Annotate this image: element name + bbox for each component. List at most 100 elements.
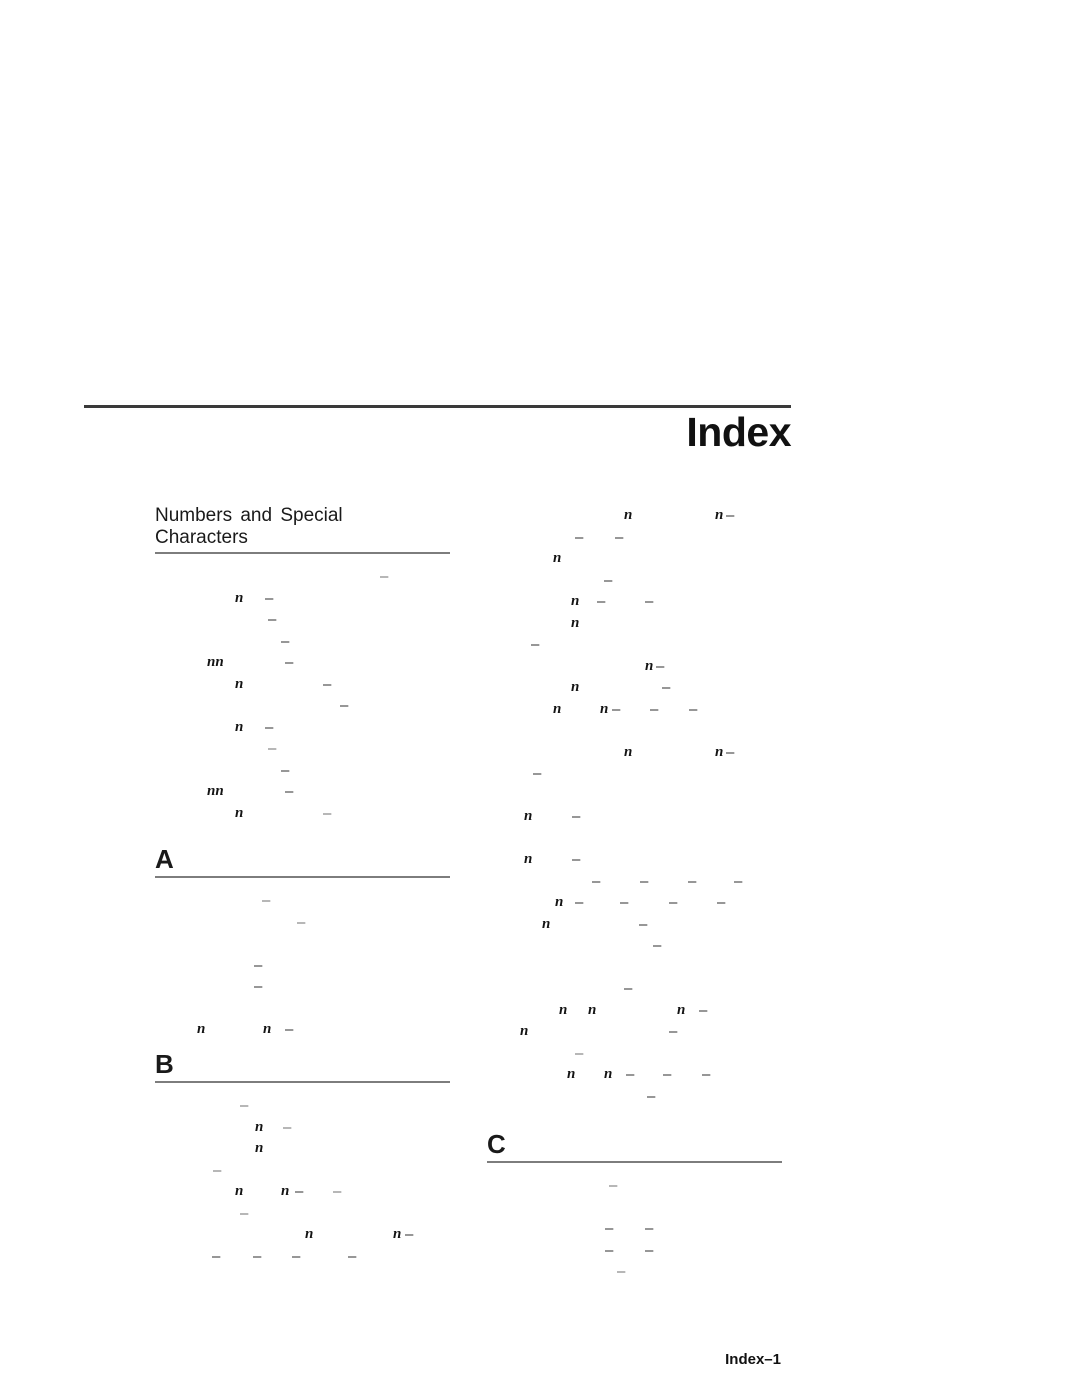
index-entry[interactable]: – xyxy=(487,1261,782,1283)
index-entry[interactable]: – – xyxy=(487,1218,782,1240)
index-entry[interactable]: nn– xyxy=(487,742,782,764)
entry-page-dash: – xyxy=(268,740,277,757)
index-entry[interactable]: n – xyxy=(155,717,450,739)
index-entry[interactable]: n n – – – xyxy=(487,699,782,721)
index-entry[interactable]: n – xyxy=(487,1021,782,1043)
entry-note-marker: n xyxy=(571,679,580,695)
entry-page-dash: – xyxy=(615,528,624,546)
entry-page-dash: – xyxy=(656,657,665,675)
index-entry[interactable]: – xyxy=(487,1175,782,1197)
index-entry[interactable] xyxy=(155,933,450,955)
entry-note-marker: n xyxy=(588,1001,597,1018)
entry-page-dash: – xyxy=(669,1023,678,1040)
index-entry[interactable]: nn– xyxy=(155,1019,450,1041)
index-entry[interactable]: n xyxy=(487,548,782,570)
entry-note-marker: n xyxy=(555,894,564,910)
index-entry[interactable]: – – – – xyxy=(155,1246,450,1268)
entry-page-dash: – xyxy=(212,1247,221,1265)
entry-page-dash: – xyxy=(213,1161,222,1179)
index-entry[interactable]: – xyxy=(487,570,782,592)
index-entry[interactable]: – xyxy=(155,695,450,717)
entry-note-marker: n xyxy=(305,1226,314,1242)
index-entry[interactable]: n – xyxy=(487,656,782,678)
index-entry[interactable]: – xyxy=(487,978,782,1000)
entry-note-marker: n xyxy=(263,1021,272,1037)
index-entry[interactable]: – xyxy=(155,738,450,760)
index-entry[interactable]: – xyxy=(155,890,450,912)
entry-note-marker: n xyxy=(235,675,244,692)
index-entry[interactable]: nn– xyxy=(155,1224,450,1246)
index-entry[interactable]: – xyxy=(155,976,450,998)
index-entry[interactable]: – xyxy=(155,760,450,782)
entry-page-dash: – xyxy=(262,892,271,909)
entry-note-marker: n xyxy=(559,1001,568,1018)
index-entry[interactable]: – xyxy=(155,566,450,588)
entry-note-marker: n xyxy=(281,1183,290,1199)
entry-note-marker: n xyxy=(542,915,551,932)
index-entry[interactable]: nn– xyxy=(487,505,782,527)
entry-page-dash: – xyxy=(617,1263,626,1280)
index-section-rule-numbers-and-special-characters xyxy=(155,552,450,554)
index-entry[interactable]: n – xyxy=(155,588,450,610)
index-entry[interactable]: – xyxy=(155,1095,450,1117)
entry-page-dash: – xyxy=(645,1220,654,1237)
entry-page-dash: – xyxy=(645,593,654,610)
index-entry[interactable]: n – xyxy=(155,803,450,825)
index-entry[interactable]: n n – – xyxy=(155,1181,450,1203)
index-entry[interactable]: n – xyxy=(487,677,782,699)
entry-page-dash: – xyxy=(650,700,659,718)
index-entry[interactable]: – xyxy=(155,609,450,631)
entry-note-marker: n xyxy=(715,743,724,760)
index-entry[interactable]: – – xyxy=(487,527,782,549)
index-entry[interactable]: n – xyxy=(487,806,782,828)
index-entry-list: – – – – n n – xyxy=(155,890,450,1041)
index-entry[interactable]: n – – – – xyxy=(487,892,782,914)
index-entry[interactable]: – xyxy=(487,1086,782,1108)
entry-page-dash: – xyxy=(295,1183,304,1200)
index-entry[interactable]: – xyxy=(155,1160,450,1182)
index-entry[interactable]: n – xyxy=(155,1117,450,1139)
index-entry[interactable]: – xyxy=(487,763,782,785)
entry-page-dash: – xyxy=(575,1044,584,1062)
index-entry[interactable]: – xyxy=(487,935,782,957)
entry-page-dash: – xyxy=(292,1247,301,1265)
entry-page-dash: – xyxy=(254,978,263,995)
index-entry[interactable]: – xyxy=(155,1203,450,1225)
index-entry[interactable]: nn– xyxy=(155,781,450,803)
index-section-a: A – – – – n n – xyxy=(155,845,450,1041)
index-entry[interactable]: – xyxy=(487,1043,782,1065)
index-entry[interactable]: n n – – – xyxy=(487,1064,782,1086)
index-entry[interactable]: nn– xyxy=(155,652,450,674)
index-entry[interactable]: – – xyxy=(487,1240,782,1262)
entry-note-marker: n xyxy=(624,743,633,760)
index-entry[interactable]: n n n – xyxy=(487,1000,782,1022)
index-section-heading-a: A xyxy=(155,844,174,874)
index-entry[interactable]: – xyxy=(155,955,450,977)
index-entry[interactable] xyxy=(487,720,782,742)
entry-page-dash: – xyxy=(572,808,581,825)
index-entry[interactable]: n xyxy=(487,613,782,635)
index-entry[interactable]: n – xyxy=(155,674,450,696)
index-entry[interactable]: n – xyxy=(487,849,782,871)
index-entry[interactable]: – xyxy=(155,631,450,653)
page-footer: Index–1 xyxy=(725,1351,781,1368)
index-entry[interactable] xyxy=(155,998,450,1020)
index-entry[interactable]: n – xyxy=(487,914,782,936)
entry-page-dash: – xyxy=(662,679,671,696)
index-entry[interactable] xyxy=(487,1197,782,1219)
entry-note-marker: n xyxy=(600,700,609,717)
index-entry[interactable] xyxy=(487,785,782,807)
index-entry[interactable]: n xyxy=(155,1138,450,1160)
index-entry-list: – n – – – nn – n – – n – – – nn – n – xyxy=(155,566,450,824)
entry-page-dash: – xyxy=(265,718,274,736)
entry-page-dash: – xyxy=(645,1241,654,1259)
entry-note-marker: n xyxy=(235,718,244,735)
index-entry[interactable]: – – – – xyxy=(487,871,782,893)
index-entry[interactable]: – xyxy=(487,634,782,656)
index-entry[interactable]: n – – xyxy=(487,591,782,613)
index-entry[interactable] xyxy=(487,828,782,850)
entry-page-dash: – xyxy=(688,872,697,890)
index-entry[interactable] xyxy=(487,957,782,979)
entry-page-dash: – xyxy=(663,1066,672,1083)
index-entry[interactable]: – xyxy=(155,912,450,934)
